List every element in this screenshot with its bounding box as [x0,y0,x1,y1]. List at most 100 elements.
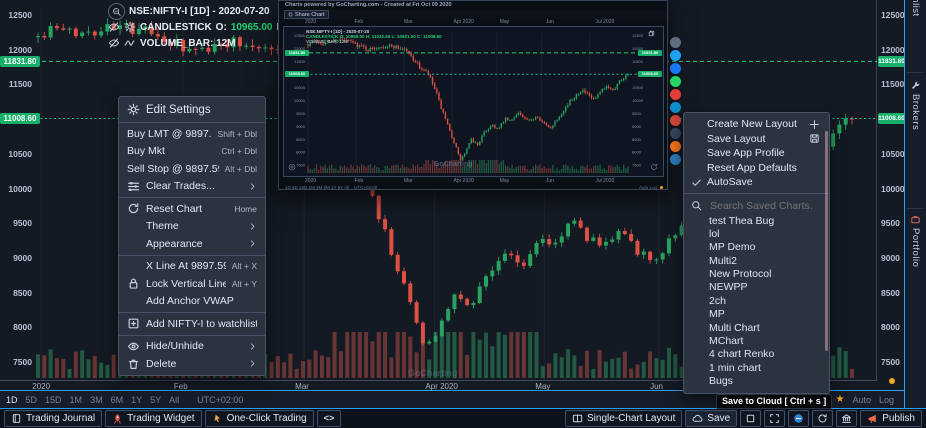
code-snippet-button[interactable]: <> [317,410,342,427]
share-linkedin-icon[interactable] [670,154,681,165]
log-scale-label[interactable]: Log [879,395,894,405]
share-facebook-icon[interactable] [670,63,681,74]
saved-chart-newpp[interactable]: NEWPP [684,281,829,294]
hide-volume-icon[interactable] [108,37,120,49]
saved-chart-mp[interactable]: MP [684,308,829,321]
menu-item-x-line-at-9897-59[interactable]: X Line At 9897.59Alt + X [119,258,265,276]
menu-item-add-nifty-i-to-watchlist[interactable]: Add NIFTY-I to watchlist [119,315,265,333]
share-telegram-icon[interactable] [670,102,681,113]
one-click-trading-button[interactable]: One-Click Trading [205,410,314,427]
menu-item-lock-vertical-line[interactable]: Lock Vertical LineAlt + Y [119,275,265,293]
gocharting-logo-icon [22,366,35,379]
share-gmail-icon[interactable] [670,115,681,126]
menu-item-sell-stop-9897-59[interactable]: Sell Stop @ 9897.59Alt + Dbl [119,160,265,178]
share-download-icon[interactable] [670,37,681,48]
auto-scale-label[interactable]: Auto [852,395,871,405]
svg-text:11500: 11500 [632,59,644,64]
menu-item-label: Buy LMT @ 9897.59 [127,128,212,140]
popup-tab-row: Share Chart [279,10,667,19]
trading-widget-button[interactable]: Trading Widget [105,410,201,427]
saved-chart-mchart[interactable]: MChart [684,335,829,348]
menu-item-save-layout[interactable]: Save Layout [684,132,829,147]
mini-chart-frame[interactable]: 1250012500120001200011500115001050010500… [283,26,664,177]
icon-spacer [691,133,702,144]
square-icon [745,413,756,424]
menu-item-buy-lmt-9897-59[interactable]: Buy LMT @ 9897.59Shift + Dbl [119,125,265,143]
range-6m[interactable]: 6M [111,395,124,405]
share-whatsapp-icon[interactable] [670,76,681,87]
study-settings-icon[interactable] [124,21,136,33]
context-menu-group: Add NIFTY-I to watchlist [119,312,265,335]
sidebar-tab-brokers[interactable]: Brokers [905,80,926,130]
timezone-label[interactable]: UTC+02:00 [197,395,243,405]
range-all[interactable]: All [169,395,179,405]
menu-item-theme[interactable]: Theme [119,218,265,236]
sidebar-tab-watchlist[interactable]: Watchlist [905,0,926,17]
menu-item-save-app-profile[interactable]: Save App Profile [684,146,829,161]
saved-chart-test-thea-bug[interactable]: test Thea Bug [684,215,829,228]
expand-button[interactable] [764,410,785,427]
menu-item-edit-settings[interactable]: Edit Settings [119,99,265,120]
megaphone-icon [867,413,878,424]
saved-chart-lol[interactable]: lol [684,228,829,241]
search-input[interactable] [708,199,822,213]
menu-item-appearance[interactable]: Appearance [119,235,265,253]
menu-scrollbar[interactable] [825,131,828,351]
hide-study-icon[interactable] [108,21,120,33]
circle-chat-button[interactable] [788,410,809,427]
saved-chart-multi2[interactable]: Multi2 [684,255,829,268]
mini-x-tick-label: May [500,19,509,25]
menu-item-hide-unhide[interactable]: Hide/Unhide [119,338,265,356]
share-chart-tab[interactable]: Share Chart [284,10,329,19]
saved-chart-mp-demo[interactable]: MP Demo [684,241,829,254]
floppy-icon [809,133,820,144]
menu-item-clear-trades[interactable]: Clear Trades... [119,178,265,196]
menu-item-add-anchor-vwap[interactable]: Add Anchor VWAP [119,293,265,311]
single-chart-layout-button[interactable]: Single-Chart Layout [565,410,682,427]
menu-item-buy-mkt[interactable]: Buy MktCtrl + Dbl [119,143,265,161]
range-15d[interactable]: 15D [45,395,62,405]
saved-chart-new-protocol[interactable]: New Protocol [684,268,829,281]
share-twitter-icon[interactable] [670,50,681,61]
range-1d[interactable]: 1D [6,395,18,405]
bank-button[interactable] [836,410,857,427]
svg-text:9500: 9500 [296,111,306,116]
volume-study-icon[interactable] [124,37,136,49]
layout-icon [572,413,583,424]
svg-text:11500: 11500 [294,59,306,64]
saved-chart-2ch[interactable]: 2ch [684,295,829,308]
save-button[interactable]: Save [685,410,737,427]
share-tumblr-icon[interactable] [670,128,681,139]
menu-item-create-new-layout[interactable]: Create New Layout [684,117,829,132]
range-5d[interactable]: 5D [26,395,38,405]
svg-text:12500: 12500 [294,33,306,38]
favorite-star-icon[interactable]: ★ [835,394,844,405]
share-reddit-icon[interactable] [670,141,681,152]
menu-item-label: X Line At 9897.59 [146,260,226,272]
share-pinterest-icon[interactable] [670,89,681,100]
menu-item-autosave[interactable]: AutoSave [684,175,829,190]
menu-item-reset-chart[interactable]: Reset ChartHome [119,200,265,218]
saved-chart-multi-chart[interactable]: Multi Chart [684,322,829,335]
range-5y[interactable]: 5Y [150,395,161,405]
mini-refresh-icon[interactable] [650,163,658,171]
saved-chart-4-chart-renko[interactable]: 4 chart Renko [684,348,829,361]
range-3m[interactable]: 3M [90,395,103,405]
mini-x-tick-label: 2020 [305,19,316,25]
saved-charts-search[interactable] [684,197,829,215]
reset2-button[interactable] [812,410,833,427]
icon-spacer [127,295,140,308]
range-1m[interactable]: 1M [70,395,83,405]
zoom-out-button[interactable] [108,3,125,20]
square-button[interactable] [740,410,761,427]
trash-icon [127,357,140,370]
saved-chart-1-min-chart[interactable]: 1 min chart [684,362,829,375]
trading-journal-button[interactable]: Trading Journal [4,410,102,427]
saved-chart-bugs[interactable]: Bugs [684,375,829,388]
range-1y[interactable]: 1Y [131,395,142,405]
menu-item-delete[interactable]: Delete [119,355,265,373]
copy-chart-icon[interactable] [648,30,655,37]
menu-item-reset-app-defaults[interactable]: Reset App Defaults [684,161,829,176]
publish-button[interactable]: Publish [860,410,922,427]
sidebar-tab-portfolio[interactable]: Portfolio [905,214,926,267]
